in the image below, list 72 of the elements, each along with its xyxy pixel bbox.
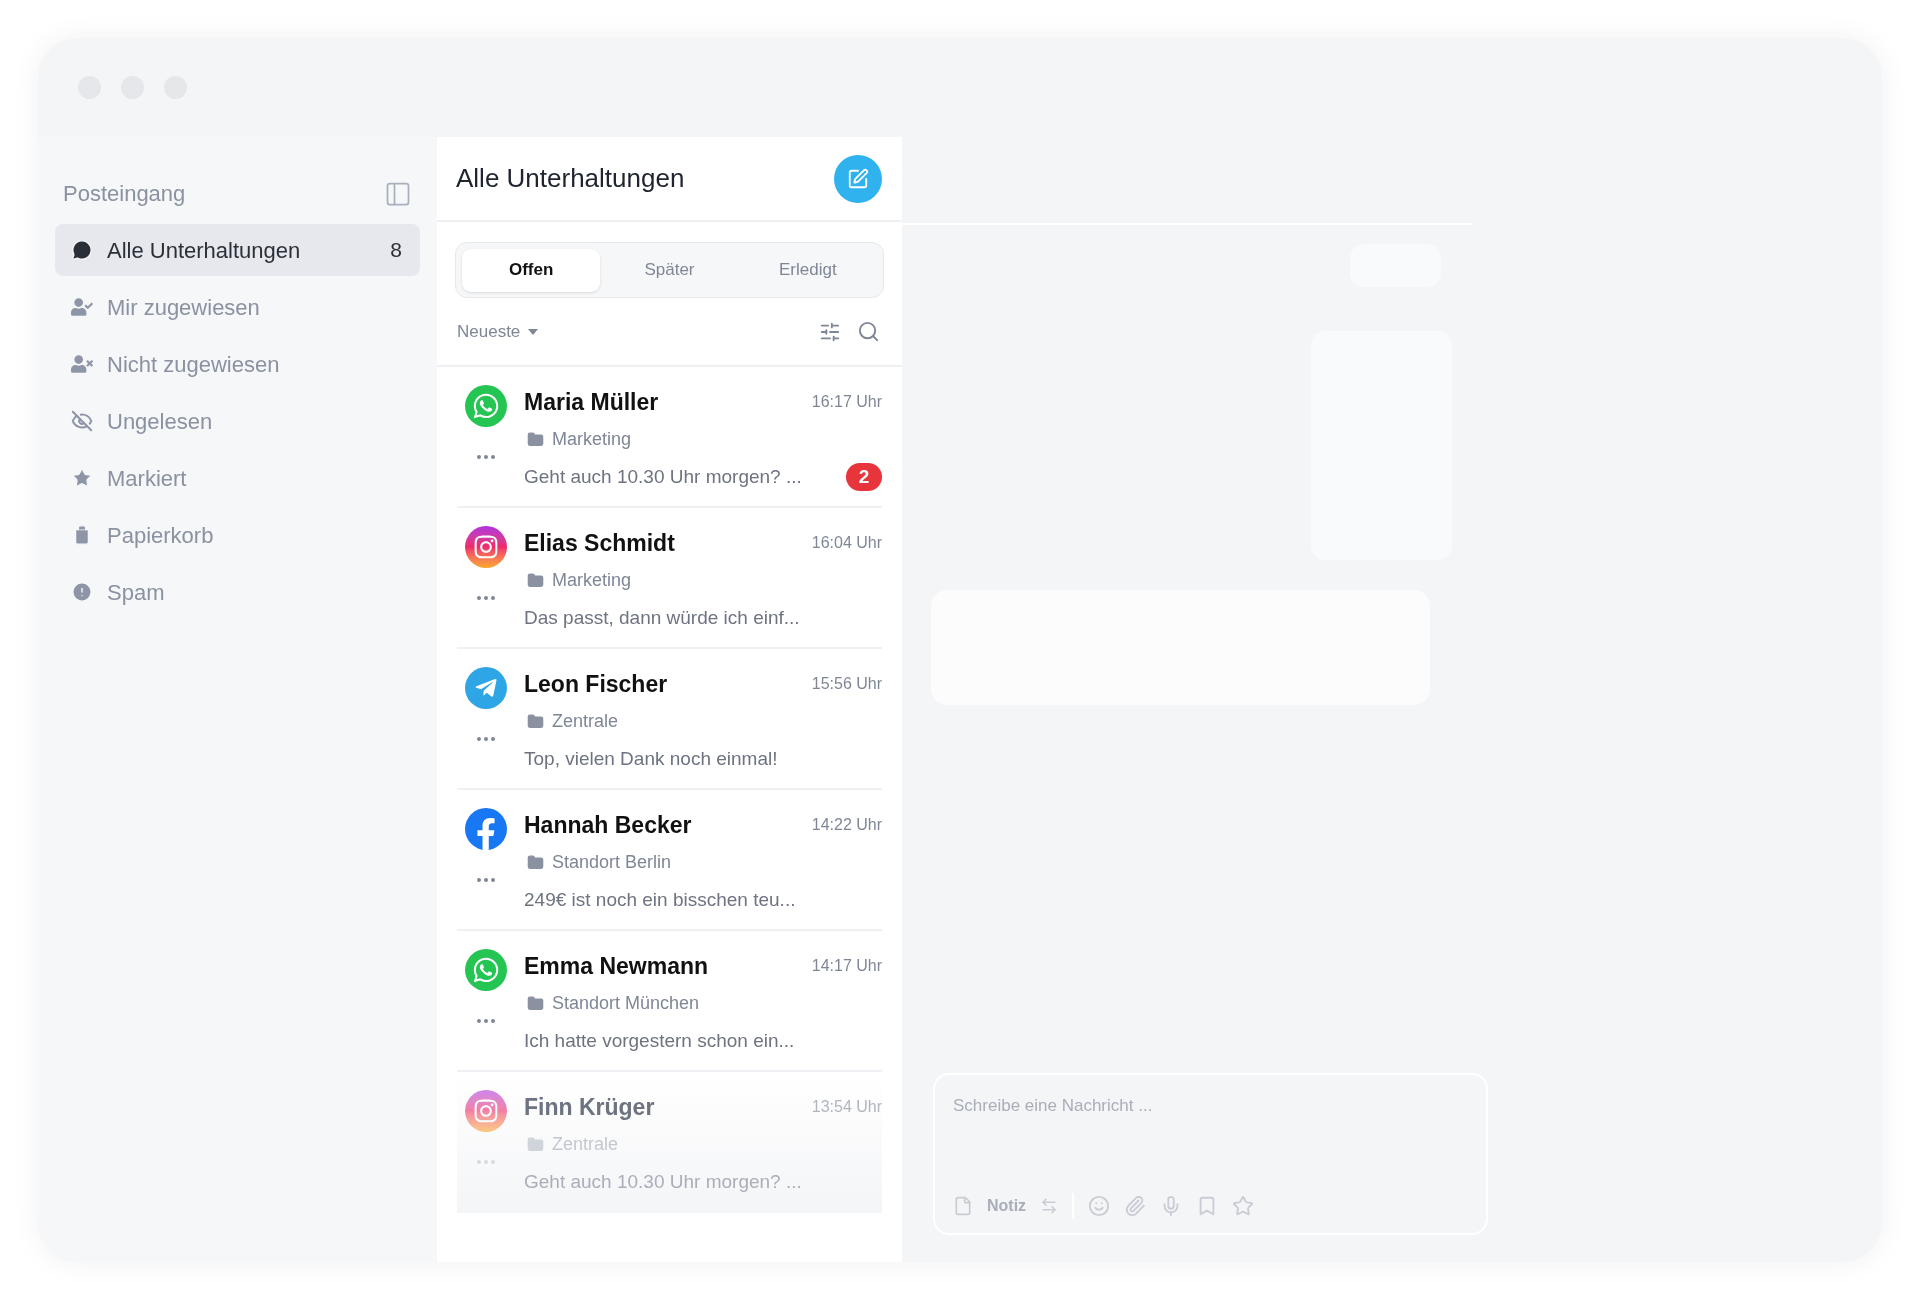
conversation-item[interactable]: Hannah Becker 14:22 Uhr Standort Berlin 249€ ist noch ein bisschen teu... <box>457 790 882 931</box>
message-input[interactable]: Schreibe eine Nachricht ... <box>953 1093 1468 1119</box>
sidebar-item[interactable]: Nicht zugewiesen <box>55 338 420 390</box>
folder-label: Standort München <box>552 991 700 1015</box>
folder-icon <box>527 1135 544 1153</box>
sidebar-item[interactable]: Ungelesen <box>55 395 420 447</box>
sidebar-item[interactable]: Papierkorb <box>55 509 420 561</box>
whatsapp-icon <box>465 949 507 991</box>
message-preview: Geht auch 10.30 Uhr morgen? ... <box>524 464 802 489</box>
user-check-icon <box>71 296 93 318</box>
list-title: Alle Unterhaltungen <box>456 162 685 195</box>
contact-name: Elias Schmidt <box>524 529 675 558</box>
attachment-icon[interactable] <box>1124 1195 1147 1217</box>
message-time: 16:17 Uhr <box>811 392 882 413</box>
facebook-icon <box>465 808 507 850</box>
message-time: 16:04 Uhr <box>811 533 882 554</box>
note-icon[interactable] <box>953 1196 973 1216</box>
folder-icon <box>527 994 544 1012</box>
caret-icon <box>528 328 539 335</box>
folder-icon <box>527 571 544 589</box>
folder-label: Marketing <box>552 427 632 451</box>
message-preview: Das passt, dann würde ich einf... <box>524 605 800 630</box>
message-preview: Geht auch 10.30 Uhr morgen? ... <box>524 1169 802 1194</box>
conversation-item[interactable]: Maria Müller 16:17 Uhr Marketing Geht auch 10.30 Uhr morgen? ... 2 <box>457 367 882 508</box>
message-preview: 249€ ist noch ein bisschen teu... <box>524 887 796 912</box>
conversation-item[interactable]: Elias Schmidt 16:04 Uhr Marketing Das passt, dann würde ich einf... <box>457 508 882 649</box>
compose-icon <box>847 167 869 190</box>
search-icon[interactable] <box>857 320 880 343</box>
count-label: 8 <box>390 237 402 264</box>
folder-label: Standort Berlin <box>552 850 672 874</box>
telegram-icon <box>465 667 507 709</box>
sidebar-title: Posteingang <box>63 180 186 208</box>
mode-label[interactable]: Notiz <box>987 1194 1027 1218</box>
contact-name: Leon Fischer <box>524 670 668 699</box>
sidebar-item[interactable]: Alle Unterhaltungen 8 <box>55 224 420 276</box>
tab[interactable]: Später <box>600 248 739 292</box>
eye-off-icon <box>71 410 93 432</box>
message-time: 15:56 Uhr <box>811 674 882 695</box>
conversation-item[interactable]: Leon Fischer 15:56 Uhr Zentrale Top, vielen Dank noch einmal! <box>457 649 882 790</box>
message-time: 14:17 Uhr <box>811 956 882 977</box>
tab[interactable]: Offen <box>462 248 601 292</box>
message-preview: Ich hatte vorgestern schon ein... <box>524 1028 795 1053</box>
alert-icon <box>71 581 93 603</box>
folder-label: Zentrale <box>552 709 619 733</box>
instagram-icon <box>465 526 507 568</box>
switch-icon[interactable] <box>1040 1197 1059 1215</box>
contact-name: Finn Krüger <box>524 1093 655 1122</box>
contact-name: Maria Müller <box>524 388 659 417</box>
sidebar-item[interactable]: Mir zugewiesen <box>55 281 420 333</box>
filter-icon[interactable] <box>819 320 841 343</box>
contact-name: Hannah Becker <box>524 811 692 840</box>
contact-name: Emma Newmann <box>524 952 709 981</box>
message-time: 14:22 Uhr <box>811 815 882 836</box>
sort-dropdown[interactable]: Neueste <box>457 318 539 345</box>
folder-icon <box>527 430 544 448</box>
star-icon[interactable] <box>1232 1195 1255 1217</box>
whatsapp-icon <box>465 385 507 427</box>
instagram-icon <box>465 1090 507 1132</box>
emoji-icon[interactable] <box>1088 1195 1111 1217</box>
chat-bubble-icon <box>71 239 93 261</box>
folder-icon <box>527 853 544 871</box>
compose-button[interactable] <box>834 154 882 203</box>
message-preview: Top, vielen Dank noch einmal! <box>524 746 778 771</box>
message-time: 13:54 Uhr <box>811 1097 882 1118</box>
star-icon <box>71 467 93 489</box>
tab[interactable]: Erledigt <box>738 248 877 292</box>
unread-badge: 2 <box>846 462 882 491</box>
user-x-icon <box>71 353 93 375</box>
folder-icon <box>527 712 544 730</box>
sidebar-item[interactable]: Markiert <box>55 452 420 504</box>
folder-label: Marketing <box>552 568 632 592</box>
sidebar-item[interactable]: Spam <box>55 566 420 618</box>
